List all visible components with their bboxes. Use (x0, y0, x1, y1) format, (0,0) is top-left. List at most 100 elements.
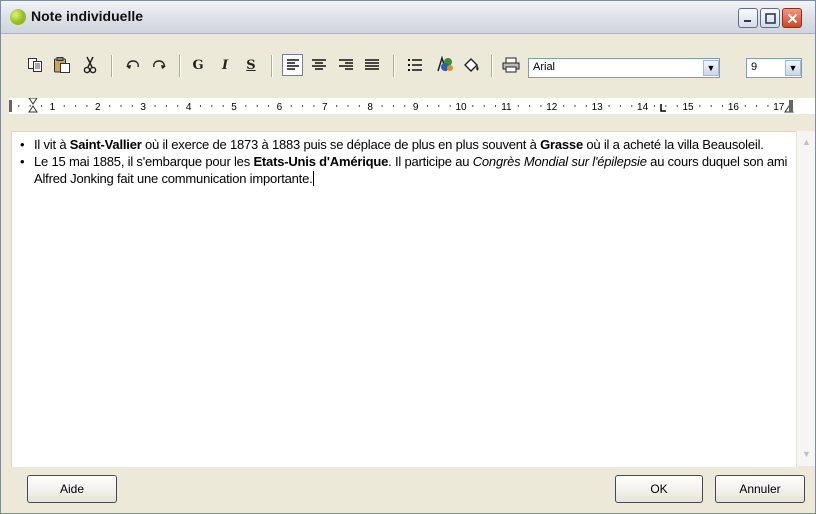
cancel-button[interactable]: Annuler (715, 475, 805, 503)
ruler-tick (109, 105, 111, 107)
ruler-tick (710, 105, 712, 107)
align-center-button[interactable] (308, 56, 329, 74)
printer-icon (502, 57, 520, 73)
highlight-button[interactable] (461, 56, 481, 74)
scroll-down-arrow-icon[interactable]: ▼ (799, 447, 814, 462)
close-icon (787, 13, 797, 23)
ruler-tick (722, 105, 724, 107)
ruler-label: 12 (546, 102, 558, 113)
ruler-tick (256, 105, 258, 107)
ruler-tick (631, 105, 633, 107)
text-run: Le 15 mai 1885, il s'embarque pour les (34, 154, 254, 169)
justify-button[interactable] (361, 56, 382, 74)
text-run: Il vit à (34, 137, 70, 152)
ruler-tick (665, 105, 667, 107)
help-button[interactable]: Aide (27, 475, 117, 503)
align-right-icon (338, 59, 353, 70)
ruler-tick (756, 105, 758, 107)
text-run: où il a acheté la villa Beausoleil. (582, 137, 764, 152)
ruler-tick (392, 105, 394, 107)
ruler-tick (18, 105, 20, 107)
ruler-scale: 1 2 3 4 5 6 7 8 9 10 11 12 13 14 15 16 17 (9, 98, 794, 113)
align-left-icon (287, 59, 299, 70)
ruler-tick (472, 105, 474, 107)
ruler-label: 2 (95, 102, 101, 113)
ruler-tick (211, 105, 213, 107)
strikethrough-button[interactable]: S (243, 56, 259, 74)
copy-button[interactable] (25, 56, 45, 74)
redo-icon (153, 60, 166, 69)
text-run: où il exerce de 1873 à 1883 puis se dépl… (141, 137, 541, 152)
ruler-tick (426, 105, 428, 107)
toolbar-separator (491, 55, 492, 77)
formatting-toolbar: G I S Arial ▼ 9 ▼ (1, 34, 815, 88)
window-title: Note individuelle (31, 8, 144, 24)
ok-button[interactable]: OK (615, 475, 703, 503)
close-button[interactable] (782, 8, 802, 28)
bold-button[interactable]: G (190, 56, 206, 74)
note-editor[interactable]: Il vit à Saint-Vallier où il exerce de 1… (11, 131, 796, 468)
ruler-tick (120, 105, 122, 107)
bullet-item: Le 15 mai 1885, il s'embarque pour les E… (20, 153, 794, 187)
paste-button[interactable] (51, 56, 73, 74)
redo-button[interactable] (149, 56, 169, 74)
ruler-tick (438, 105, 440, 107)
ruler-tick (699, 105, 701, 107)
ruler-tick (165, 105, 167, 107)
ruler-tick (199, 105, 201, 107)
ruler-label: 10 (455, 102, 467, 113)
font-family-select[interactable]: Arial ▼ (528, 58, 720, 78)
ruler-tick (608, 105, 610, 107)
ruler-tick (676, 105, 678, 107)
text-run: Grasse (540, 137, 583, 152)
text-cursor (312, 171, 314, 186)
ruler-tick (404, 105, 406, 107)
ruler-label: 3 (140, 102, 146, 113)
toolbar-separator (393, 55, 394, 77)
ruler-left-margin (9, 100, 12, 112)
maximize-icon (764, 12, 776, 24)
ruler-tick (619, 105, 621, 107)
ruler-tick (245, 105, 247, 107)
title-bar[interactable]: Note individuelle (1, 1, 815, 34)
ruler-tick (86, 105, 88, 107)
ruler-tick (563, 105, 565, 107)
ruler-tick (767, 105, 769, 107)
ruler-label: 5 (231, 102, 237, 113)
ruler-tick (268, 105, 270, 107)
ruler-tick (653, 105, 655, 107)
text-run: Etats-Unis d'Amérique (253, 154, 389, 169)
ruler-tick (222, 105, 224, 107)
text-run: Saint-Vallier (69, 137, 142, 152)
maximize-button[interactable] (760, 8, 780, 28)
align-left-button[interactable] (282, 54, 303, 76)
print-button[interactable] (500, 56, 522, 74)
align-right-button[interactable] (335, 56, 356, 74)
minimize-button[interactable] (738, 8, 758, 28)
undo-button[interactable] (123, 56, 143, 74)
text-color-button[interactable] (433, 56, 455, 74)
chevron-down-icon[interactable]: ▼ (785, 60, 801, 76)
bullet-list-button[interactable] (405, 56, 425, 74)
ruler-tick (744, 105, 746, 107)
ruler-tick (381, 105, 383, 107)
bullet-list-icon (408, 59, 422, 71)
ruler-label: 1 (50, 102, 56, 113)
chevron-down-icon[interactable]: ▼ (703, 60, 719, 76)
app-logo-icon (10, 9, 26, 25)
cut-button[interactable] (81, 56, 99, 74)
ruler-tick (75, 105, 77, 107)
ruler-tick (177, 105, 179, 107)
scroll-up-arrow-icon[interactable]: ▲ (799, 135, 814, 150)
font-size-select[interactable]: 9 ▼ (746, 58, 802, 78)
align-center-icon (311, 59, 326, 70)
ruler[interactable]: 1 2 3 4 5 6 7 8 9 10 11 12 13 14 15 16 17 (9, 98, 815, 114)
ruler-tick (358, 105, 360, 107)
ruler-tick (290, 105, 292, 107)
vertical-scrollbar[interactable]: ▲ ▼ (796, 131, 815, 466)
ruler-label: 17 (773, 102, 785, 113)
italic-button[interactable]: I (217, 56, 233, 74)
ruler-tick (347, 105, 349, 107)
first-line-indent-marker-icon (28, 98, 38, 105)
tab-stop-marker-icon (660, 104, 666, 112)
